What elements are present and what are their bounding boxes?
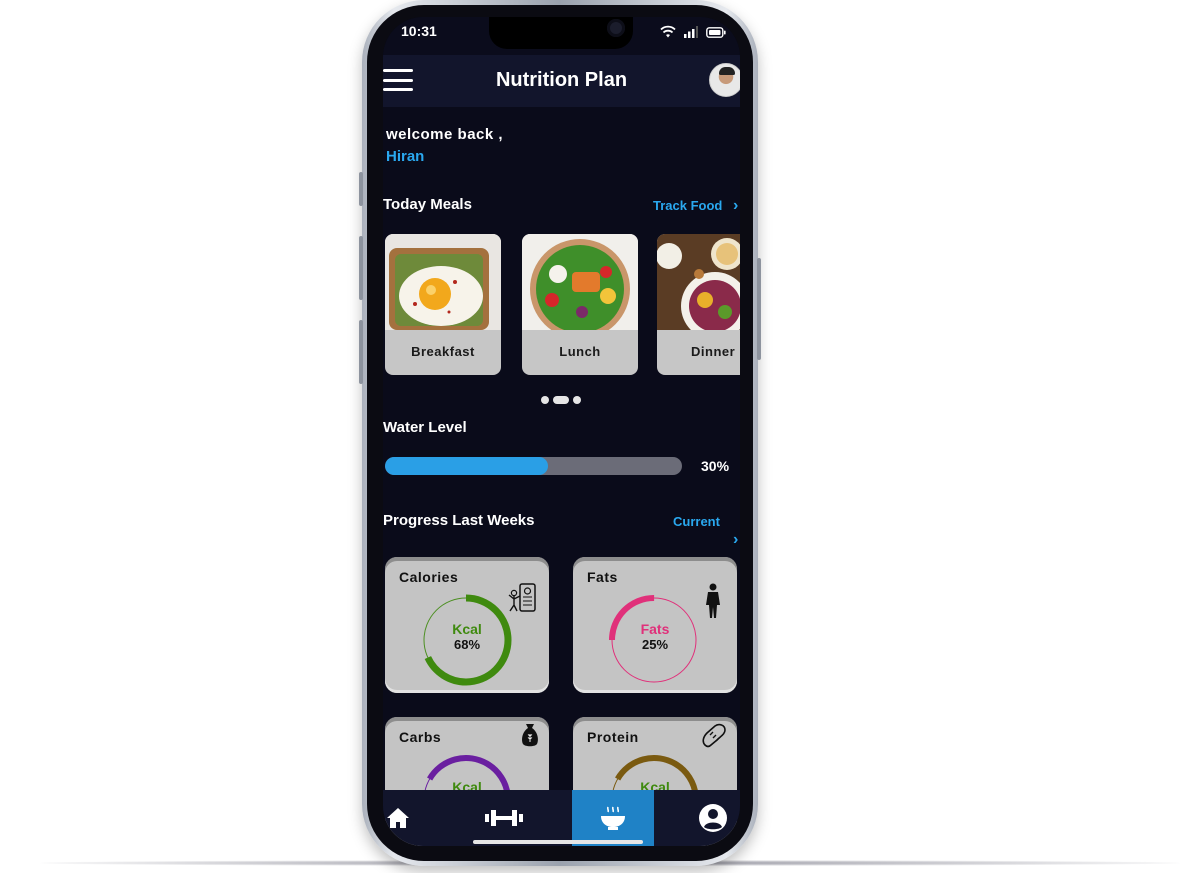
volume-up-button xyxy=(359,236,363,300)
mockup-stage: 10:31 Nutrition Plan welcome back , Hira… xyxy=(0,0,1203,873)
dynamic-island xyxy=(489,17,633,49)
power-button xyxy=(757,258,761,360)
stat-title: Carbs xyxy=(399,729,442,745)
cellular-signal-icon xyxy=(684,26,698,38)
profile-icon xyxy=(699,804,727,832)
nav-profile[interactable] xyxy=(696,790,730,846)
volume-down-button xyxy=(359,320,363,384)
status-bar: 10:31 xyxy=(383,17,740,55)
status-icons xyxy=(660,25,726,38)
ring-label: Kcal xyxy=(452,621,482,637)
today-meals-heading: Today Meals xyxy=(383,196,472,213)
lunch-image xyxy=(522,234,638,330)
water-progress-bar xyxy=(385,457,682,475)
stat-title: Fats xyxy=(587,569,618,585)
meal-card-dinner[interactable]: Dinner xyxy=(657,234,740,375)
front-camera xyxy=(607,19,625,37)
home-icon xyxy=(387,808,409,828)
page-dot[interactable] xyxy=(541,396,549,404)
nav-workout[interactable] xyxy=(479,790,529,846)
page-dot-active[interactable] xyxy=(553,396,569,404)
welcome-text: welcome back , xyxy=(386,126,504,143)
nav-nutrition[interactable] xyxy=(572,790,654,846)
battery-icon xyxy=(706,27,726,38)
food-bowl-icon xyxy=(601,806,625,830)
meal-label: Breakfast xyxy=(411,344,475,359)
ring-value: 68% xyxy=(453,637,481,652)
dinner-image xyxy=(657,234,740,330)
page-title: Nutrition Plan xyxy=(495,69,628,91)
current-link[interactable]: Current xyxy=(673,514,720,529)
home-indicator xyxy=(473,840,643,844)
dumbbell-icon xyxy=(485,810,523,826)
progress-heading: Progress Last Weeks xyxy=(383,512,535,529)
app-screen: 10:31 Nutrition Plan welcome back , Hira… xyxy=(383,17,740,846)
meal-card-breakfast[interactable]: Breakfast xyxy=(385,234,501,375)
drumstick-icon xyxy=(702,723,726,748)
water-progress-fill xyxy=(385,457,549,475)
stat-title: Protein xyxy=(587,729,639,745)
chevron-right-icon[interactable]: › xyxy=(733,197,738,215)
ring-label: Fats xyxy=(640,621,670,637)
ring-value: 25% xyxy=(641,637,669,652)
mute-switch xyxy=(359,172,363,206)
stat-title: Calories xyxy=(399,569,459,585)
meal-card-lunch[interactable]: Lunch xyxy=(522,234,638,375)
bottom-nav xyxy=(383,790,740,846)
avatar[interactable] xyxy=(709,63,740,97)
water-percent: 30% xyxy=(701,458,730,474)
water-level-heading: Water Level xyxy=(383,419,467,436)
meal-label: Dinner xyxy=(691,344,736,359)
status-time: 10:31 xyxy=(401,23,437,39)
page-dot[interactable] xyxy=(573,396,581,404)
meal-page-indicator xyxy=(541,396,581,404)
stat-card-calories[interactable]: Calories Kcal 68% xyxy=(385,557,549,693)
track-food-link[interactable]: Track Food xyxy=(653,198,722,213)
body-silhouette-icon xyxy=(706,583,720,618)
chevron-right-icon[interactable]: › xyxy=(733,531,738,549)
nav-home[interactable] xyxy=(383,790,413,846)
meal-label: Lunch xyxy=(559,344,601,359)
grain-sack-icon xyxy=(522,724,538,747)
stat-card-fats[interactable]: Fats Fats 25% xyxy=(573,557,737,693)
wifi-icon xyxy=(660,25,676,38)
user-name: Hiran xyxy=(386,148,425,165)
breakfast-image xyxy=(385,234,501,330)
app-bar: Nutrition Plan xyxy=(383,55,740,107)
